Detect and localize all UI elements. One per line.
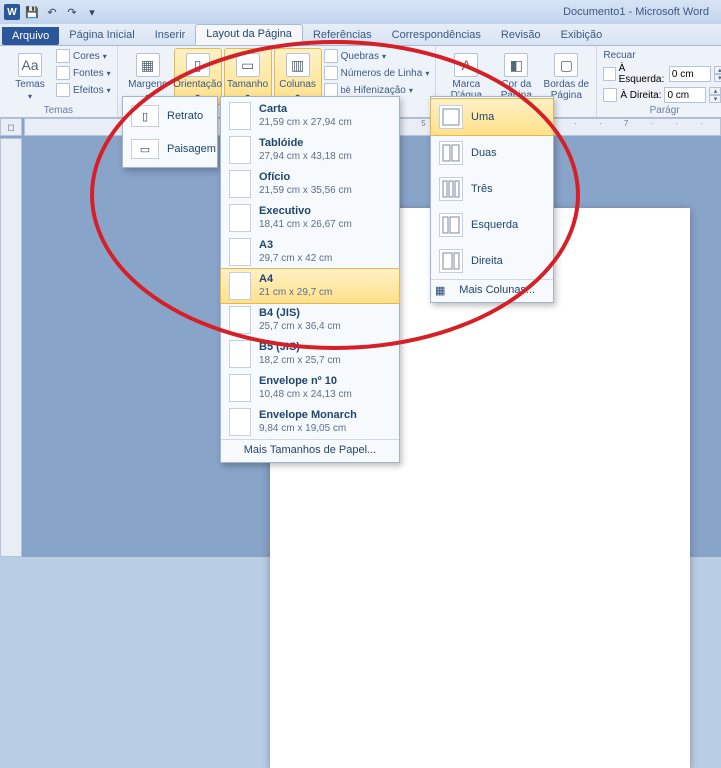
margins-icon: ▦ [136, 53, 160, 77]
ribbon-tabs: Arquivo Página Inicial Inserir Layout da… [0, 24, 721, 46]
group-paragraph: Recuar À Esquerda: ▴▾ À Direita: ▴▾ Pará… [597, 46, 721, 117]
redo-icon[interactable]: ↷ [64, 4, 80, 20]
landscape-icon: ▭ [131, 139, 159, 159]
indent-right-icon [603, 88, 617, 102]
watermark-icon: A [454, 53, 478, 77]
columns-menu: Uma Duas Três Esquerda Direita ▦ Mais Co… [430, 96, 554, 303]
orientation-menu: ▯ Retrato ▭ Paisagem [122, 96, 218, 168]
themes-button[interactable]: Aa Temas ▾ [6, 48, 54, 105]
page-icon [229, 374, 251, 402]
chevron-down-icon: ▾ [28, 92, 32, 101]
size-a4[interactable]: A421 cm x 29,7 cm [220, 268, 400, 304]
tab-review[interactable]: Revisão [491, 26, 551, 45]
orientation-landscape[interactable]: ▭ Paisagem [125, 133, 215, 165]
indent-left-input[interactable] [669, 66, 711, 82]
size-tabloid[interactable]: Tablóide27,94 cm x 43,18 cm [221, 133, 399, 167]
page-icon [229, 340, 251, 368]
size-b5[interactable]: B5 (JIS)18,2 cm x 25,7 cm [221, 337, 399, 371]
columns-icon: ▥ [286, 53, 310, 77]
ruler-corner[interactable]: ◻ [0, 118, 22, 136]
page-icon [229, 102, 251, 130]
page-icon [229, 272, 251, 300]
page-color-icon: ◧ [504, 53, 528, 77]
effects-icon [56, 83, 70, 97]
tab-home[interactable]: Página Inicial [59, 26, 144, 45]
size-executive[interactable]: Executivo18,41 cm x 26,67 cm [221, 201, 399, 235]
spin-down-icon[interactable]: ▾ [714, 74, 721, 82]
page-icon [229, 136, 251, 164]
tab-view[interactable]: Exibição [551, 26, 613, 45]
group-label-paragraph: Parágr [603, 105, 721, 117]
left-column-icon [439, 213, 463, 237]
page-icon [229, 306, 251, 334]
two-column-icon [439, 141, 463, 165]
size-icon: ▭ [236, 53, 260, 77]
theme-fonts-button[interactable]: Fontes▾ [56, 65, 111, 81]
columns-left[interactable]: Esquerda [431, 207, 553, 243]
page-icon [229, 170, 251, 198]
right-column-icon [439, 249, 463, 273]
orientation-portrait[interactable]: ▯ Retrato [125, 99, 215, 133]
indent-title: Recuar [603, 50, 721, 61]
breaks-button[interactable]: Quebras▾ [324, 48, 430, 64]
colors-icon [56, 49, 70, 63]
columns-two[interactable]: Duas [431, 135, 553, 171]
page-icon [229, 408, 251, 436]
size-envelope10[interactable]: Envelope nº 1010,48 cm x 24,13 cm [221, 371, 399, 405]
group-themes: Aa Temas ▾ Cores▾ Fontes▾ Efeitos▾ Temas [0, 46, 118, 117]
indent-left-icon [603, 67, 615, 81]
qat-more-icon[interactable]: ▾ [84, 4, 100, 20]
fonts-icon [56, 66, 70, 80]
group-label-themes: Temas [6, 105, 111, 117]
three-column-icon [439, 177, 463, 201]
breaks-icon [324, 49, 338, 63]
indent-right[interactable]: À Direita: ▴▾ [603, 87, 721, 103]
orientation-icon: ▯ [186, 53, 210, 77]
page-icon [229, 204, 251, 232]
title-bar: W 💾 ↶ ↷ ▾ Documento1 - Microsoft Word [0, 0, 721, 24]
window-title: Documento1 - Microsoft Word [563, 6, 709, 18]
vertical-ruler[interactable] [0, 138, 22, 557]
tab-insert[interactable]: Inserir [145, 26, 196, 45]
spin-up-icon[interactable]: ▴ [709, 87, 721, 95]
size-b4[interactable]: B4 (JIS)25,7 cm x 36,4 cm [221, 303, 399, 337]
spin-up-icon[interactable]: ▴ [714, 66, 721, 74]
tab-mailings[interactable]: Correspondências [382, 26, 491, 45]
columns-right[interactable]: Direita [431, 243, 553, 279]
tab-references[interactable]: Referências [303, 26, 382, 45]
size-letter[interactable]: Carta21,59 cm x 27,94 cm [221, 99, 399, 133]
spin-down-icon[interactable]: ▾ [709, 95, 721, 103]
tab-file[interactable]: Arquivo [2, 27, 59, 45]
word-app-icon: W [4, 4, 20, 20]
size-legal[interactable]: Ofício21,59 cm x 35,56 cm [221, 167, 399, 201]
indent-left[interactable]: À Esquerda: ▴▾ [603, 63, 721, 85]
more-paper-sizes[interactable]: Mais Tamanhos de Papel... [221, 439, 399, 460]
tab-page-layout[interactable]: Layout da Página [195, 24, 303, 45]
size-a3[interactable]: A329,7 cm x 42 cm [221, 235, 399, 269]
theme-colors-button[interactable]: Cores▾ [56, 48, 111, 64]
page-borders-icon: ▢ [554, 53, 578, 77]
columns-one[interactable]: Uma [430, 98, 554, 136]
line-numbers-button[interactable]: Números de Linha▾ [324, 65, 430, 81]
indent-right-input[interactable] [664, 87, 706, 103]
themes-label: Temas [15, 79, 44, 90]
size-envelope-monarch[interactable]: Envelope Monarch9,84 cm x 19,05 cm [221, 405, 399, 439]
undo-icon[interactable]: ↶ [44, 4, 60, 20]
columns-three[interactable]: Três [431, 171, 553, 207]
portrait-icon: ▯ [131, 105, 159, 127]
more-columns[interactable]: ▦ Mais Colunas... [431, 279, 553, 300]
save-icon[interactable]: 💾 [24, 4, 40, 20]
line-numbers-icon [324, 66, 338, 80]
themes-icon: Aa [18, 53, 42, 77]
hyphenation-icon [324, 83, 338, 97]
page-icon [229, 238, 251, 266]
size-menu: Carta21,59 cm x 27,94 cm Tablóide27,94 c… [220, 96, 400, 463]
quick-access-toolbar: 💾 ↶ ↷ ▾ [24, 4, 100, 20]
theme-effects-button[interactable]: Efeitos▾ [56, 82, 111, 98]
one-column-icon [439, 105, 463, 129]
